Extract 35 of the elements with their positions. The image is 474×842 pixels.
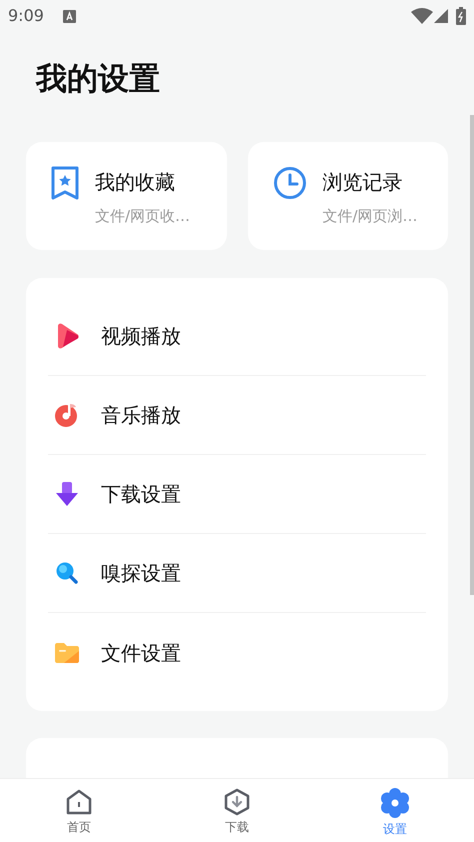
shortcut-subtitle: 文件/网页浏… xyxy=(322,206,418,227)
hexagon-download-icon xyxy=(223,788,251,816)
signal-icon xyxy=(434,9,448,23)
nav-tab[interactable]: 设置 xyxy=(316,779,474,842)
status-time: 9:09 xyxy=(8,5,44,27)
nav-tab[interactable]: 下载 xyxy=(158,779,316,842)
settings-label: 嗅探设置 xyxy=(101,560,181,587)
folder-icon xyxy=(54,642,80,664)
shortcut-card[interactable]: 我的收藏 文件/网页收… xyxy=(26,142,226,250)
settings-label: 文件设置 xyxy=(101,640,181,666)
home-icon xyxy=(65,788,93,816)
settings-icon xyxy=(380,788,410,818)
settings-item[interactable]: 视频播放 xyxy=(48,297,426,376)
settings-item[interactable]: 音乐播放 xyxy=(48,376,426,455)
settings-label: 下载设置 xyxy=(101,481,181,508)
bookmark-icon xyxy=(51,166,79,200)
shortcut-subtitle: 文件/网页收… xyxy=(95,206,190,227)
clock-icon xyxy=(272,166,306,200)
music-disc-icon xyxy=(54,402,80,428)
settings-item[interactable]: 文件设置 xyxy=(48,613,426,692)
search-icon xyxy=(55,561,79,585)
nav-tab[interactable]: 首页 xyxy=(0,779,158,842)
shortcut-card[interactable]: 浏览记录 文件/网页浏… xyxy=(248,142,448,250)
settings-label: 视频播放 xyxy=(101,323,181,350)
keyboard-indicator-icon xyxy=(62,10,76,22)
download-arrow-icon xyxy=(54,481,80,507)
wifi-icon xyxy=(411,8,433,24)
page-title: 我的设置 xyxy=(36,60,160,99)
settings-label: 音乐播放 xyxy=(101,402,181,429)
battery-icon xyxy=(456,7,466,25)
shortcut-title: 我的收藏 xyxy=(95,169,176,195)
shortcut-title: 浏览记录 xyxy=(322,169,404,195)
settings-item[interactable]: 嗅探设置 xyxy=(48,534,426,613)
play-icon xyxy=(55,323,79,349)
settings-item[interactable]: 下载设置 xyxy=(48,455,426,534)
